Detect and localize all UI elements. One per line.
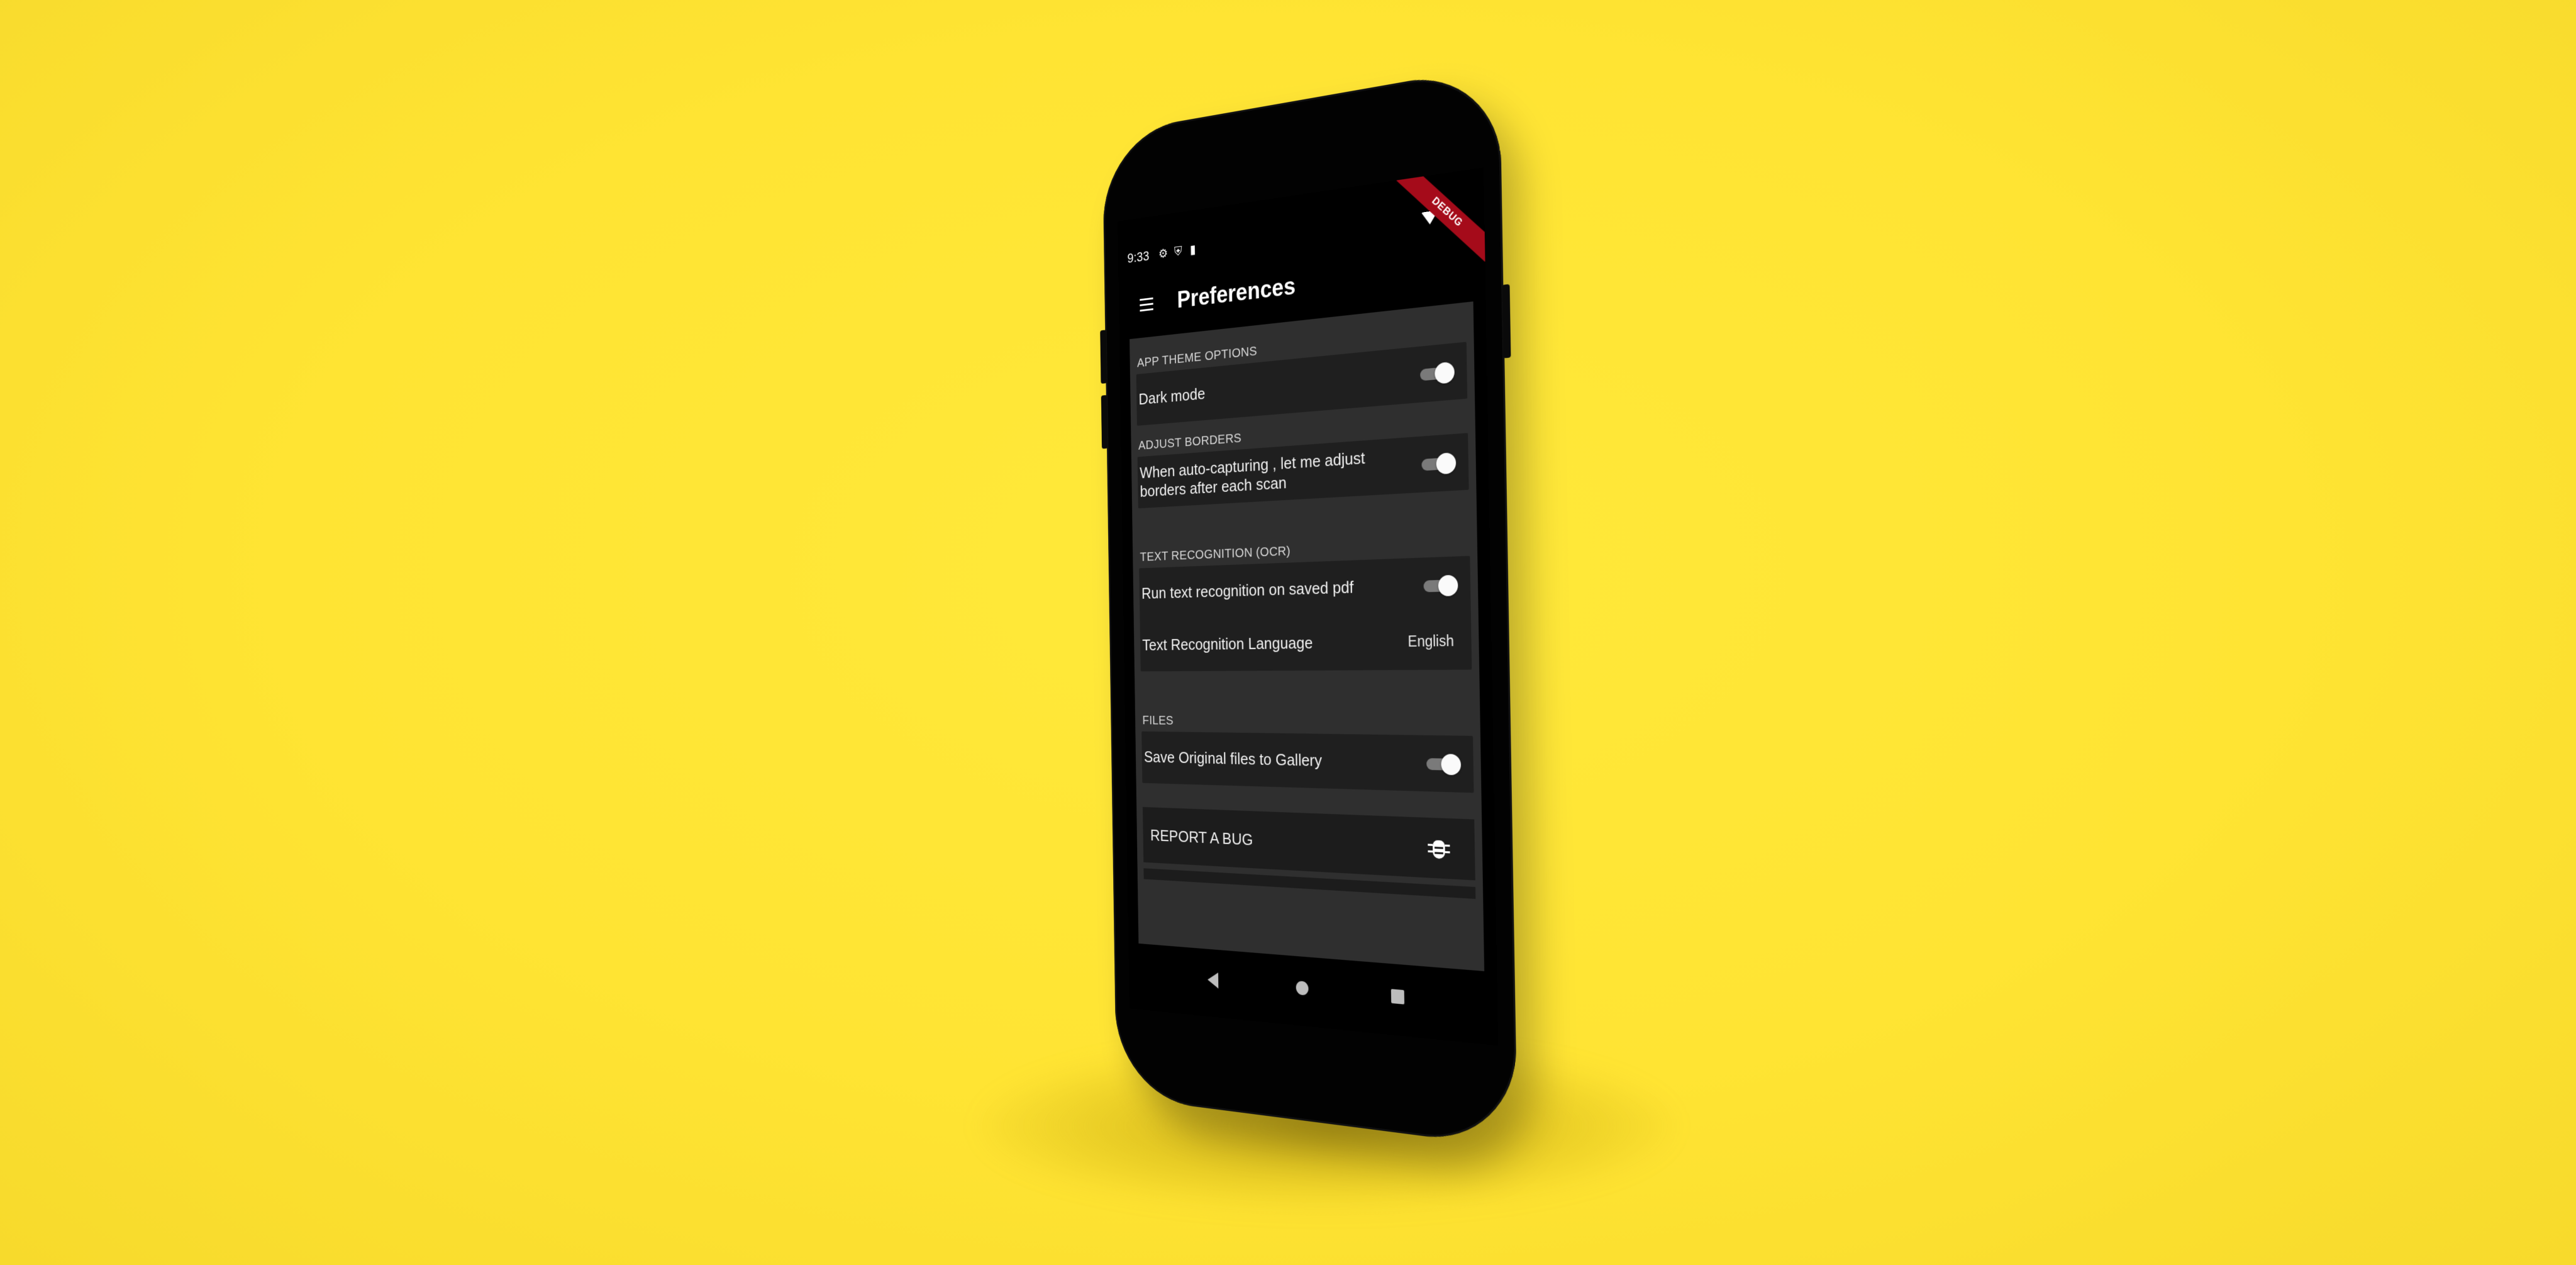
save-original-row[interactable]: Save Original files to Gallery — [1141, 732, 1474, 793]
card-ocr: Run text recognition on saved pdf Text R… — [1139, 555, 1472, 672]
dark-mode-toggle[interactable] — [1418, 360, 1456, 386]
hamburger-menu-icon[interactable] — [1131, 284, 1163, 324]
gear-icon: ⚙ — [1158, 247, 1169, 262]
recents-icon[interactable] — [1391, 989, 1405, 1005]
toggle-thumb — [1436, 452, 1457, 475]
save-original-toggle[interactable] — [1424, 752, 1462, 776]
ocr-language-label: Text Recognition Language — [1142, 633, 1313, 655]
toggle-thumb — [1435, 361, 1455, 384]
save-original-label: Save Original files to Gallery — [1143, 747, 1323, 771]
volume-up-button — [1100, 330, 1108, 384]
dark-mode-label: Dark mode — [1138, 384, 1206, 409]
run-ocr-label: Run text recognition on saved pdf — [1141, 577, 1354, 603]
phone-mockup: 9:33 ⚙ ⛨ ▮ DEBUG Preferences APP THEME O… — [1050, 65, 1553, 1157]
section-header-files: FILES — [1142, 713, 1174, 728]
phone-body: 9:33 ⚙ ⛨ ▮ DEBUG Preferences APP THEME O… — [1100, 65, 1518, 1149]
ocr-language-value[interactable]: English — [1407, 632, 1454, 651]
toggle-thumb — [1438, 574, 1458, 597]
bug-icon — [1428, 835, 1450, 862]
report-bug-label: REPORT A BUG — [1150, 825, 1253, 849]
run-ocr-row[interactable]: Run text recognition on saved pdf — [1139, 556, 1471, 620]
status-time: 9:33 — [1127, 248, 1150, 266]
phone-screen: 9:33 ⚙ ⛨ ▮ DEBUG Preferences APP THEME O… — [1118, 167, 1499, 1046]
card-files: Save Original files to Gallery — [1141, 731, 1474, 793]
home-icon[interactable] — [1296, 980, 1309, 996]
page-title: Preferences — [1177, 272, 1296, 313]
report-bug-button[interactable]: REPORT A BUG — [1142, 806, 1475, 881]
adjust-borders-toggle[interactable] — [1419, 451, 1457, 476]
run-ocr-toggle[interactable] — [1421, 574, 1459, 597]
volume-down-button — [1101, 394, 1108, 449]
adjust-borders-label: When auto-capturing , let me adjust bord… — [1140, 448, 1365, 501]
ocr-language-row[interactable]: Text Recognition Language English — [1140, 613, 1472, 671]
toggle-thumb — [1441, 754, 1462, 776]
shield-icon: ⛨ — [1174, 244, 1182, 259]
sd-card-icon: ▮ — [1190, 243, 1196, 257]
power-button — [1502, 284, 1511, 359]
back-icon[interactable] — [1207, 971, 1219, 989]
preferences-list[interactable]: APP THEME OPTIONS Dark mode ADJUST BORDE… — [1130, 301, 1485, 971]
